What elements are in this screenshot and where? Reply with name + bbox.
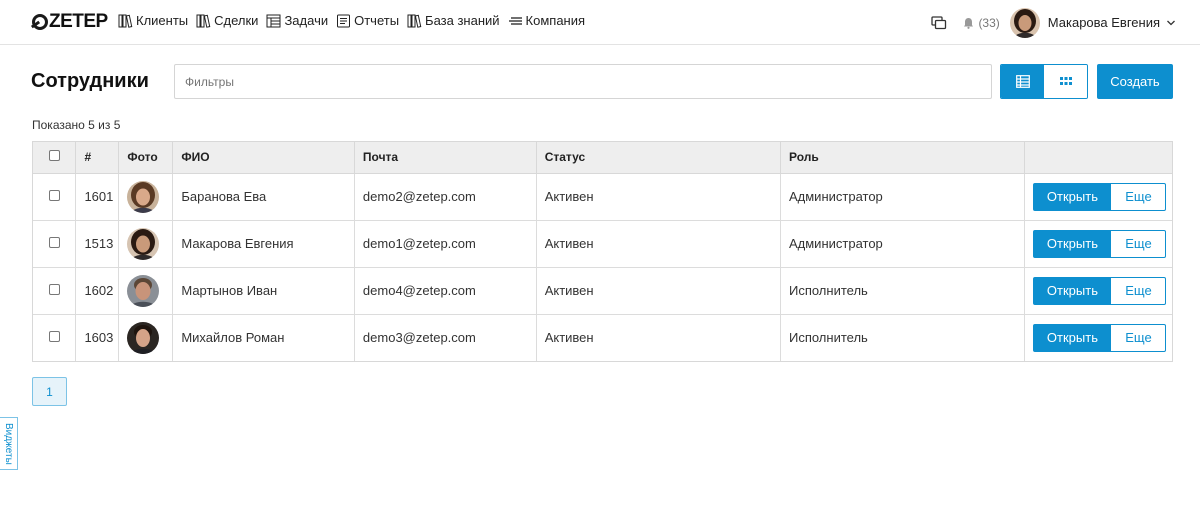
employees-table: # Фото ФИО Почта Статус Роль 1601 Барано… xyxy=(32,141,1173,362)
employee-role: Администратор xyxy=(780,173,1026,221)
view-toggle xyxy=(1000,64,1088,99)
row-checkbox[interactable] xyxy=(49,237,60,248)
menu-lines-icon xyxy=(508,16,522,25)
row-actions: Открыть Еще xyxy=(1033,276,1172,305)
nav-item-label: Задачи xyxy=(284,13,329,28)
notifications[interactable]: (33) xyxy=(963,15,1000,30)
employee-id: 1601 xyxy=(75,173,120,221)
nav-item-reports[interactable]: Отчеты xyxy=(336,13,399,28)
employee-role: Исполнитель xyxy=(780,314,1026,361)
bell-icon xyxy=(964,17,974,29)
open-button[interactable]: Открыть xyxy=(1033,229,1112,258)
nav-item-knowledge-base[interactable]: База знаний xyxy=(407,13,500,28)
table-row: 1513 Макарова Евгения demo1@zetep.com Ак… xyxy=(33,220,1172,268)
row-actions: Открыть Еще xyxy=(1033,182,1172,211)
row-actions: Открыть Еще xyxy=(1033,229,1172,258)
employee-id: 1602 xyxy=(75,267,120,315)
employee-email: demo1@zetep.com xyxy=(354,220,537,268)
widgets-tab[interactable]: Виджеты xyxy=(0,417,18,470)
avatar xyxy=(127,321,160,354)
logo[interactable]: ZETEP xyxy=(32,11,108,33)
column-header-name[interactable]: ФИО xyxy=(172,142,355,174)
book-icon xyxy=(196,14,211,28)
filter-input[interactable] xyxy=(174,64,992,99)
more-button[interactable]: Еще xyxy=(1111,229,1167,258)
nav-item-label: Компания xyxy=(525,13,586,28)
table-icon xyxy=(266,14,281,27)
more-button[interactable]: Еще xyxy=(1111,323,1167,352)
logo-mark-icon xyxy=(32,14,48,30)
pagination-page-button[interactable]: 1 xyxy=(32,377,67,406)
avatar[interactable] xyxy=(1009,7,1040,38)
table-row: 1602 Мартынов Иван demo4@zetep.com Актив… xyxy=(33,267,1172,315)
employee-id: 1603 xyxy=(75,314,120,361)
nav-item-deals[interactable]: Сделки xyxy=(196,13,258,28)
nav-item-clients[interactable]: Клиенты xyxy=(118,13,188,28)
column-header-email[interactable]: Почта xyxy=(354,142,537,174)
open-button[interactable]: Открыть xyxy=(1033,276,1112,305)
employee-role: Администратор xyxy=(780,220,1026,268)
more-button[interactable]: Еще xyxy=(1111,276,1167,305)
user-name[interactable]: Макарова Евгения xyxy=(1048,15,1160,30)
table-header-row: # Фото ФИО Почта Статус Роль xyxy=(33,142,1172,174)
chevron-down-icon[interactable] xyxy=(1166,15,1176,30)
column-header-photo: Фото xyxy=(118,142,174,174)
nav-item-tasks[interactable]: Задачи xyxy=(266,13,328,28)
header-tools: (33) Макарова Евгения xyxy=(931,6,1176,39)
employee-status: Активен xyxy=(536,220,781,268)
header-checkbox-cell xyxy=(33,142,77,174)
employee-name: Мартынов Иван xyxy=(172,267,355,315)
employee-status: Активен xyxy=(536,267,781,315)
grid-view-button[interactable] xyxy=(1044,65,1087,98)
document-icon xyxy=(337,14,351,27)
main-nav: Клиенты Сделки Задачи Отчеты База знаний… xyxy=(118,13,593,28)
logo-text: ZETEP xyxy=(49,11,108,32)
employee-id: 1513 xyxy=(75,220,120,268)
more-button[interactable]: Еще xyxy=(1111,182,1167,211)
column-header-status[interactable]: Статус xyxy=(536,142,781,174)
windows-icon[interactable] xyxy=(931,15,947,30)
open-button[interactable]: Открыть xyxy=(1033,323,1112,352)
notifications-count: (33) xyxy=(978,15,1000,30)
employee-status: Активен xyxy=(536,173,781,221)
row-checkbox[interactable] xyxy=(49,190,60,201)
employee-name: Макарова Евгения xyxy=(172,220,355,268)
select-all-checkbox[interactable] xyxy=(49,150,60,162)
employee-email: demo2@zetep.com xyxy=(354,173,537,221)
nav-item-label: Клиенты xyxy=(136,13,189,28)
column-header-actions xyxy=(1024,142,1172,174)
employee-email: demo4@zetep.com xyxy=(354,267,537,315)
row-checkbox[interactable] xyxy=(49,331,60,343)
row-actions: Открыть Еще xyxy=(1033,323,1172,352)
row-checkbox[interactable] xyxy=(49,284,60,295)
avatar xyxy=(127,227,160,260)
employee-name: Михайлов Роман xyxy=(172,314,355,361)
open-button[interactable]: Открыть xyxy=(1033,182,1112,211)
employee-name: Баранова Ева xyxy=(172,173,355,221)
table-row: 1601 Баранова Ева demo2@zetep.com Активе… xyxy=(33,173,1172,221)
employee-role: Исполнитель xyxy=(780,267,1026,315)
book-icon xyxy=(118,14,133,28)
top-bar: ZETEP Клиенты Сделки Задачи Отчеты База … xyxy=(0,0,1200,45)
avatar xyxy=(127,180,160,213)
table-row: 1603 Михайлов Роман demo3@zetep.com Акти… xyxy=(33,314,1172,361)
employee-status: Активен xyxy=(536,314,781,361)
column-header-role[interactable]: Роль xyxy=(780,142,1026,174)
avatar xyxy=(127,274,160,307)
grid-view-icon xyxy=(1059,77,1072,85)
employee-email: demo3@zetep.com xyxy=(354,314,537,361)
widgets-tab-label: Виджеты xyxy=(3,422,14,465)
nav-item-label: Сделки xyxy=(214,13,259,28)
create-button[interactable]: Создать xyxy=(1097,64,1173,99)
table-view-icon xyxy=(1015,75,1030,88)
nav-item-label: База знаний xyxy=(425,13,500,28)
table-view-button[interactable] xyxy=(1001,65,1044,98)
column-header-id[interactable]: # xyxy=(75,142,120,174)
shown-count: Показано 5 из 5 xyxy=(32,118,121,132)
page-title: Сотрудники xyxy=(31,70,149,92)
nav-item-company[interactable]: Компания xyxy=(508,13,586,28)
nav-item-label: Отчеты xyxy=(354,13,400,28)
book-icon xyxy=(407,14,422,28)
